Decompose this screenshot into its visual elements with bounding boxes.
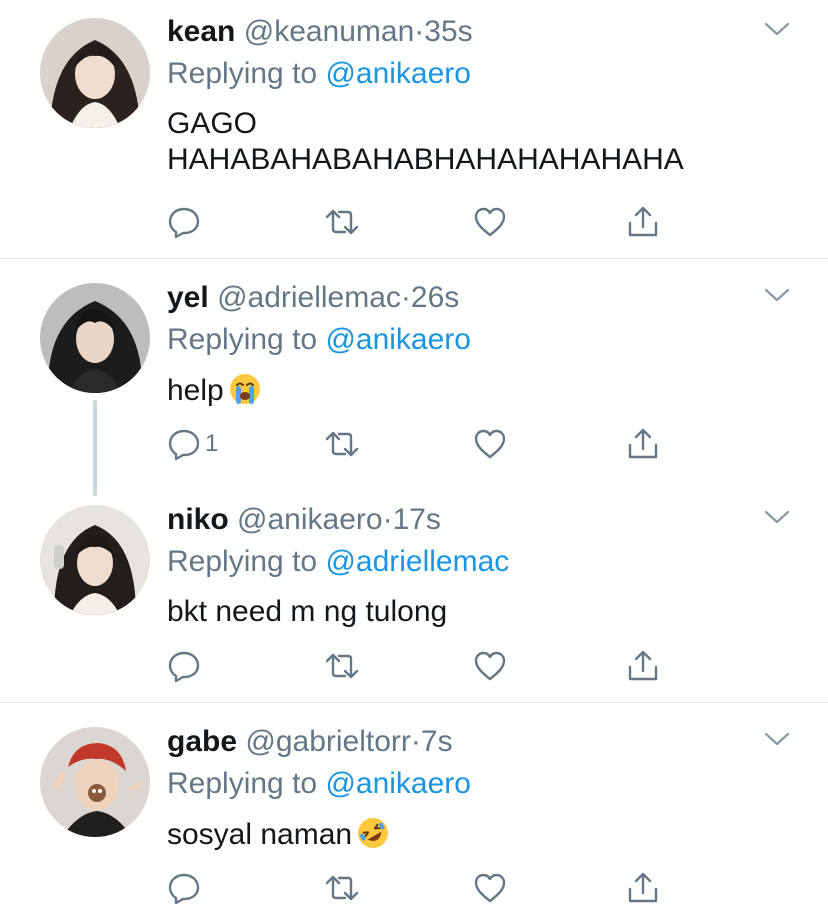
thread-connector-line xyxy=(93,400,97,496)
reply-icon xyxy=(168,651,200,683)
display-name[interactable]: yel xyxy=(167,281,209,314)
replying-to-label: Replying to xyxy=(167,767,318,800)
tweet-header: gabe @gabrieltorr·7s xyxy=(167,724,453,760)
reply-button[interactable] xyxy=(167,648,205,684)
share-icon xyxy=(628,872,658,903)
reply-icon xyxy=(168,207,200,239)
like-button[interactable] xyxy=(473,204,507,240)
timestamp[interactable]: 17s xyxy=(393,503,441,536)
tweet-text: GAGO HAHABAHABAHABHAHAHAHAHAHA xyxy=(167,106,684,178)
reply-button[interactable] xyxy=(167,204,205,240)
retweet-icon xyxy=(325,431,359,457)
tweet-actions xyxy=(0,204,828,244)
share-button[interactable] xyxy=(626,426,660,462)
user-handle[interactable]: @anikaero xyxy=(237,503,383,536)
like-button[interactable] xyxy=(473,648,507,684)
loudly-crying-face-emoji xyxy=(229,374,260,404)
avatar[interactable] xyxy=(40,505,150,615)
retweet-button[interactable] xyxy=(325,870,359,906)
retweet-button[interactable] xyxy=(325,648,359,684)
retweet-icon xyxy=(325,209,359,235)
replying-to: Replying to @anikaero xyxy=(167,322,471,358)
tweet-header: yel @adriellemac·26s xyxy=(167,280,459,316)
tweet-header: niko @anikaero·17s xyxy=(167,502,441,538)
share-icon xyxy=(628,428,658,459)
timestamp[interactable]: 35s xyxy=(424,15,472,48)
display-name[interactable]: gabe xyxy=(167,725,237,758)
timestamp[interactable]: 7s xyxy=(421,725,453,758)
share-button[interactable] xyxy=(626,204,660,240)
divider xyxy=(0,258,828,259)
user-handle[interactable]: @gabrieltorr xyxy=(245,725,411,758)
chevron-down-icon[interactable] xyxy=(763,730,791,748)
tweet-text: help xyxy=(167,372,262,409)
heart-icon xyxy=(474,207,506,237)
mention-link[interactable]: @anikaero xyxy=(325,57,471,90)
timestamp[interactable]: 26s xyxy=(411,281,459,314)
tweet-text-content: sosyal naman xyxy=(167,818,353,851)
like-button[interactable] xyxy=(473,426,507,462)
tweet-text-line: bkt need m ng tulong xyxy=(167,595,448,628)
reply-button[interactable]: 1 xyxy=(167,426,218,462)
separator-dot: · xyxy=(414,15,425,48)
chevron-down-icon[interactable] xyxy=(763,508,791,526)
share-icon xyxy=(628,650,658,681)
separator-dot: · xyxy=(382,503,393,536)
tweet-text-line: sosyal naman xyxy=(167,816,390,853)
replying-to: Replying to @anikaero xyxy=(167,766,471,802)
avatar[interactable] xyxy=(40,283,150,393)
tweet-text-line: help xyxy=(167,372,262,409)
heart-icon xyxy=(474,429,506,459)
mention-link[interactable]: @anikaero xyxy=(325,323,471,356)
reply-icon xyxy=(168,429,200,461)
chevron-down-icon[interactable] xyxy=(763,20,791,38)
mention-link[interactable]: @anikaero xyxy=(325,767,471,800)
mention-link[interactable]: @adriellemac xyxy=(325,545,509,578)
chevron-down-icon[interactable] xyxy=(763,286,791,304)
tweet-niko[interactable]: niko @anikaero·17s Replying to @adrielle… xyxy=(0,488,828,702)
display-name[interactable]: kean xyxy=(167,15,235,48)
reply-icon xyxy=(168,873,200,905)
replying-to: Replying to @anikaero xyxy=(167,56,471,92)
tweet-text-line: HAHABAHABAHABHAHAHAHAHAHA xyxy=(167,143,684,176)
display-name[interactable]: niko xyxy=(167,503,229,536)
user-handle[interactable]: @adriellemac xyxy=(217,281,401,314)
tweet-gabe[interactable]: gabe @gabrieltorr·7s Replying to @anikae… xyxy=(0,710,828,920)
avatar[interactable] xyxy=(40,18,150,128)
tweet-header: kean @keanuman·35s xyxy=(167,14,473,50)
replying-to-label: Replying to xyxy=(167,545,318,578)
tweet-text: sosyal naman xyxy=(167,816,390,853)
separator-dot: · xyxy=(410,725,421,758)
tweet-actions xyxy=(0,648,828,688)
like-button[interactable] xyxy=(473,870,507,906)
replying-to-label: Replying to xyxy=(167,323,318,356)
reply-button[interactable] xyxy=(167,870,205,906)
tweet-actions xyxy=(0,870,828,910)
retweet-icon xyxy=(325,875,359,901)
heart-icon xyxy=(474,651,506,681)
share-button[interactable] xyxy=(626,870,660,906)
tweet-actions: 1 xyxy=(0,426,828,466)
heart-icon xyxy=(474,873,506,903)
reply-count: 1 xyxy=(205,430,219,457)
retweet-button[interactable] xyxy=(325,204,359,240)
tweet-yel[interactable]: yel @adriellemac·26s Replying to @anikae… xyxy=(0,266,828,480)
retweet-icon xyxy=(325,653,359,679)
replying-to-label: Replying to xyxy=(167,57,318,90)
retweet-button[interactable] xyxy=(325,426,359,462)
avatar[interactable] xyxy=(40,727,150,837)
tweet-text-line: GAGO xyxy=(167,107,258,140)
share-button[interactable] xyxy=(626,648,660,684)
tweet-kean[interactable]: kean @keanuman·35s Replying to @anikaero… xyxy=(0,0,828,258)
user-handle[interactable]: @keanuman xyxy=(244,15,415,48)
replying-to: Replying to @adriellemac xyxy=(167,544,509,580)
tweet-text: bkt need m ng tulong xyxy=(167,594,447,630)
rolling-on-floor-laughing-emoji xyxy=(358,818,389,848)
divider xyxy=(0,702,828,703)
share-icon xyxy=(628,206,658,237)
tweet-text-content: help xyxy=(167,374,224,407)
separator-dot: · xyxy=(400,281,411,314)
